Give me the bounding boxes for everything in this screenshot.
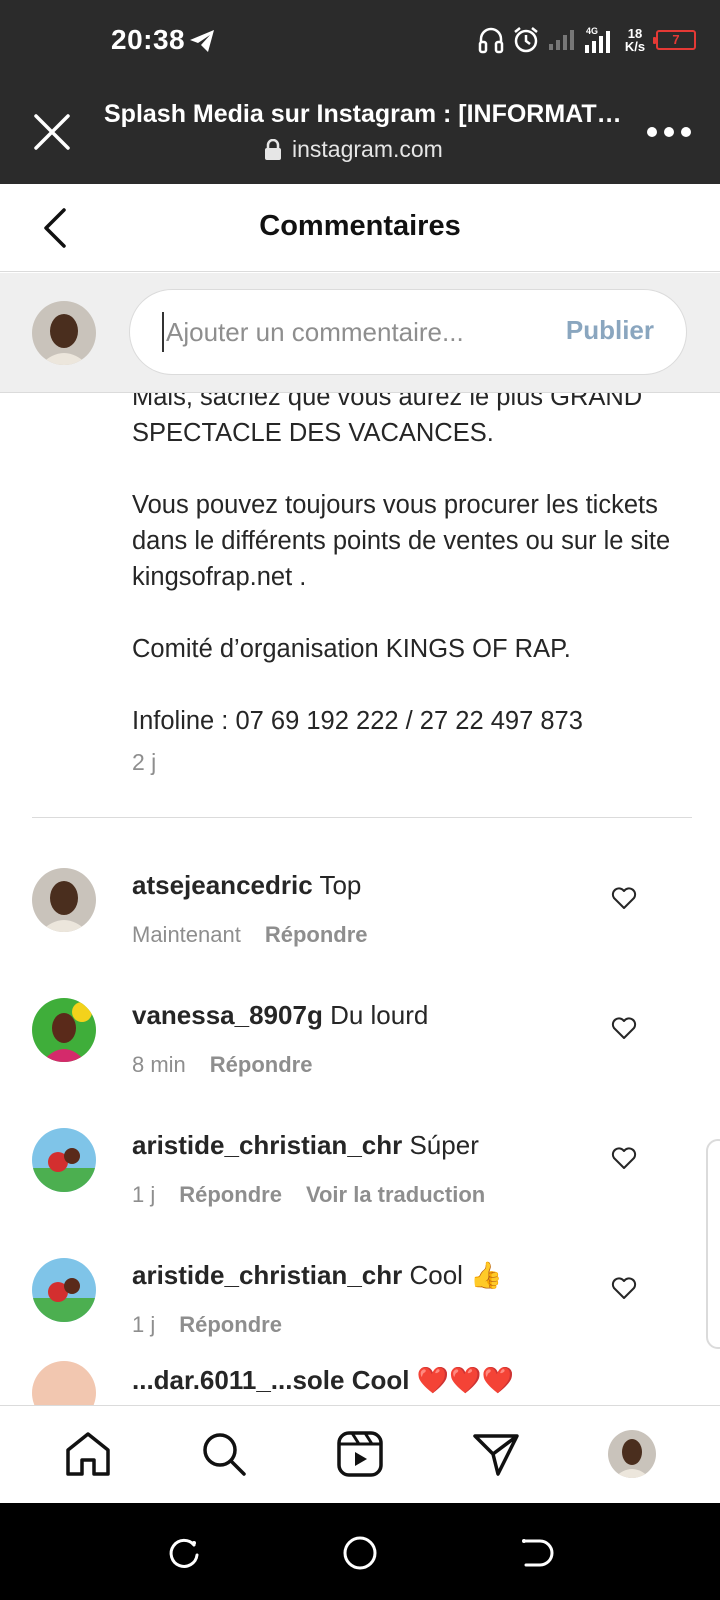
publish-button[interactable]: Publier	[566, 315, 654, 346]
comment-item: atsejeancedric Top Maintenant Répondre	[0, 868, 720, 988]
alarm-clock-icon	[514, 27, 538, 53]
comment-box: Publier	[129, 289, 687, 375]
caption-timestamp: 2 j	[132, 749, 157, 775]
reply-button[interactable]: Répondre	[210, 1052, 313, 1078]
comments-header: Commentaires	[0, 184, 720, 272]
comment-body: Cool 👍	[409, 1260, 503, 1290]
comment-input[interactable]	[162, 312, 542, 352]
comment-body: Du lourd	[330, 1000, 429, 1030]
heart-icon[interactable]	[610, 1144, 638, 1172]
heart-icon[interactable]	[610, 1014, 638, 1042]
avatar[interactable]	[32, 868, 96, 932]
reply-button[interactable]: Répondre	[265, 922, 368, 948]
url-text: instagram.com	[292, 136, 443, 162]
comment-text: aristide_christian_chr Cool 👍	[132, 1260, 503, 1291]
caption-paragraph: Mais, sachez que vous aurez le plus GRAN…	[132, 393, 643, 447]
page-title: Commentaires	[259, 210, 461, 242]
bottom-navigation	[0, 1405, 720, 1503]
more-options-icon[interactable]	[646, 122, 692, 142]
comment-meta: 1 j Répondre Voir la traduction	[132, 1182, 485, 1208]
svg-text:4G: 4G	[586, 26, 598, 36]
system-navigation-bar	[0, 1503, 720, 1600]
avatar[interactable]	[32, 998, 96, 1062]
caption-paragraph: Infoline : 07 69 192 222 / 27 22 497 873	[132, 707, 583, 735]
comment-item: vanessa_8907g Du lourd 8 min Répondre	[0, 998, 720, 1118]
comment-body: Súper	[409, 1130, 479, 1160]
headphones-icon	[478, 27, 504, 54]
status-bar: 20:38 4G 18 K/s 7	[0, 0, 720, 82]
heart-icon[interactable]	[610, 1274, 638, 1302]
search-icon[interactable]	[198, 1428, 250, 1480]
signal-weak-icon	[549, 30, 574, 50]
see-translation-button[interactable]: Voir la traduction	[306, 1182, 485, 1208]
comments-list[interactable]: Mais, sachez que vous aurez le plus GRAN…	[0, 393, 720, 1405]
comment-username[interactable]: aristide_christian_chr	[132, 1260, 402, 1290]
post-caption: Mais, sachez que vous aurez le plus GRAN…	[132, 393, 672, 745]
profile-avatar[interactable]	[608, 1430, 656, 1478]
browser-bar: Splash Media sur Instagram : [INFORMATI……	[0, 82, 720, 184]
status-time: 20:38	[111, 24, 186, 55]
browser-page-title: Splash Media sur Instagram : [INFORMATI…	[104, 100, 624, 128]
comment-meta: 1 j Répondre	[132, 1312, 282, 1338]
recents-icon[interactable]	[164, 1533, 204, 1573]
avatar[interactable]	[32, 1258, 96, 1322]
reply-button[interactable]: Répondre	[179, 1312, 282, 1338]
caption-paragraph: Comité d’organisation KINGS OF RAP.	[132, 635, 571, 663]
caption-paragraph: Vous pouvez toujours vous procurer les t…	[132, 491, 671, 591]
comment-username[interactable]: vanessa_8907g	[132, 1000, 323, 1030]
side-panel-handle[interactable]	[706, 1139, 720, 1349]
comment-body: Top	[319, 870, 362, 900]
comment-item: aristide_christian_chr Súper 1 j Répondr…	[0, 1128, 720, 1248]
comment-composer: Publier	[0, 273, 720, 393]
comment-time: 1 j	[132, 1182, 156, 1207]
comment-meta: Maintenant Répondre	[132, 922, 368, 948]
signal-4g-icon: 4G	[585, 26, 610, 53]
comment-text-partial: ...dar.6011_...sole Cool ❤️❤️❤️	[132, 1365, 514, 1395]
home-icon[interactable]	[62, 1428, 114, 1480]
status-icons: 4G 18 K/s 7	[478, 22, 696, 58]
avatar	[32, 301, 96, 365]
home-circle-icon[interactable]	[340, 1533, 380, 1573]
comment-time: 1 j	[132, 1312, 156, 1337]
close-icon[interactable]	[30, 110, 74, 154]
battery-indicator: 7	[653, 30, 696, 50]
direct-message-icon[interactable]	[470, 1428, 522, 1480]
network-speed: 18 K/s	[624, 26, 646, 54]
comment-text: atsejeancedric Top	[132, 870, 361, 901]
comment-username[interactable]: atsejeancedric	[132, 870, 313, 900]
lock-icon	[265, 138, 281, 160]
back-icon[interactable]	[516, 1533, 556, 1573]
heart-icon[interactable]	[610, 884, 638, 912]
comment-text: aristide_christian_chr Súper	[132, 1130, 479, 1161]
comment-time: Maintenant	[132, 922, 241, 947]
comment-time: 8 min	[132, 1052, 186, 1077]
telegram-plane-icon	[190, 30, 214, 52]
reels-icon[interactable]	[334, 1428, 386, 1480]
divider	[32, 817, 692, 818]
comment-username[interactable]: aristide_christian_chr	[132, 1130, 402, 1160]
comment-item: aristide_christian_chr Cool 👍 1 j Répond…	[0, 1258, 720, 1378]
avatar[interactable]	[32, 1128, 96, 1192]
comment-text: vanessa_8907g Du lourd	[132, 1000, 428, 1031]
browser-url: instagram.com	[264, 136, 443, 163]
comment-meta: 8 min Répondre	[132, 1052, 312, 1078]
reply-button[interactable]: Répondre	[179, 1182, 282, 1208]
